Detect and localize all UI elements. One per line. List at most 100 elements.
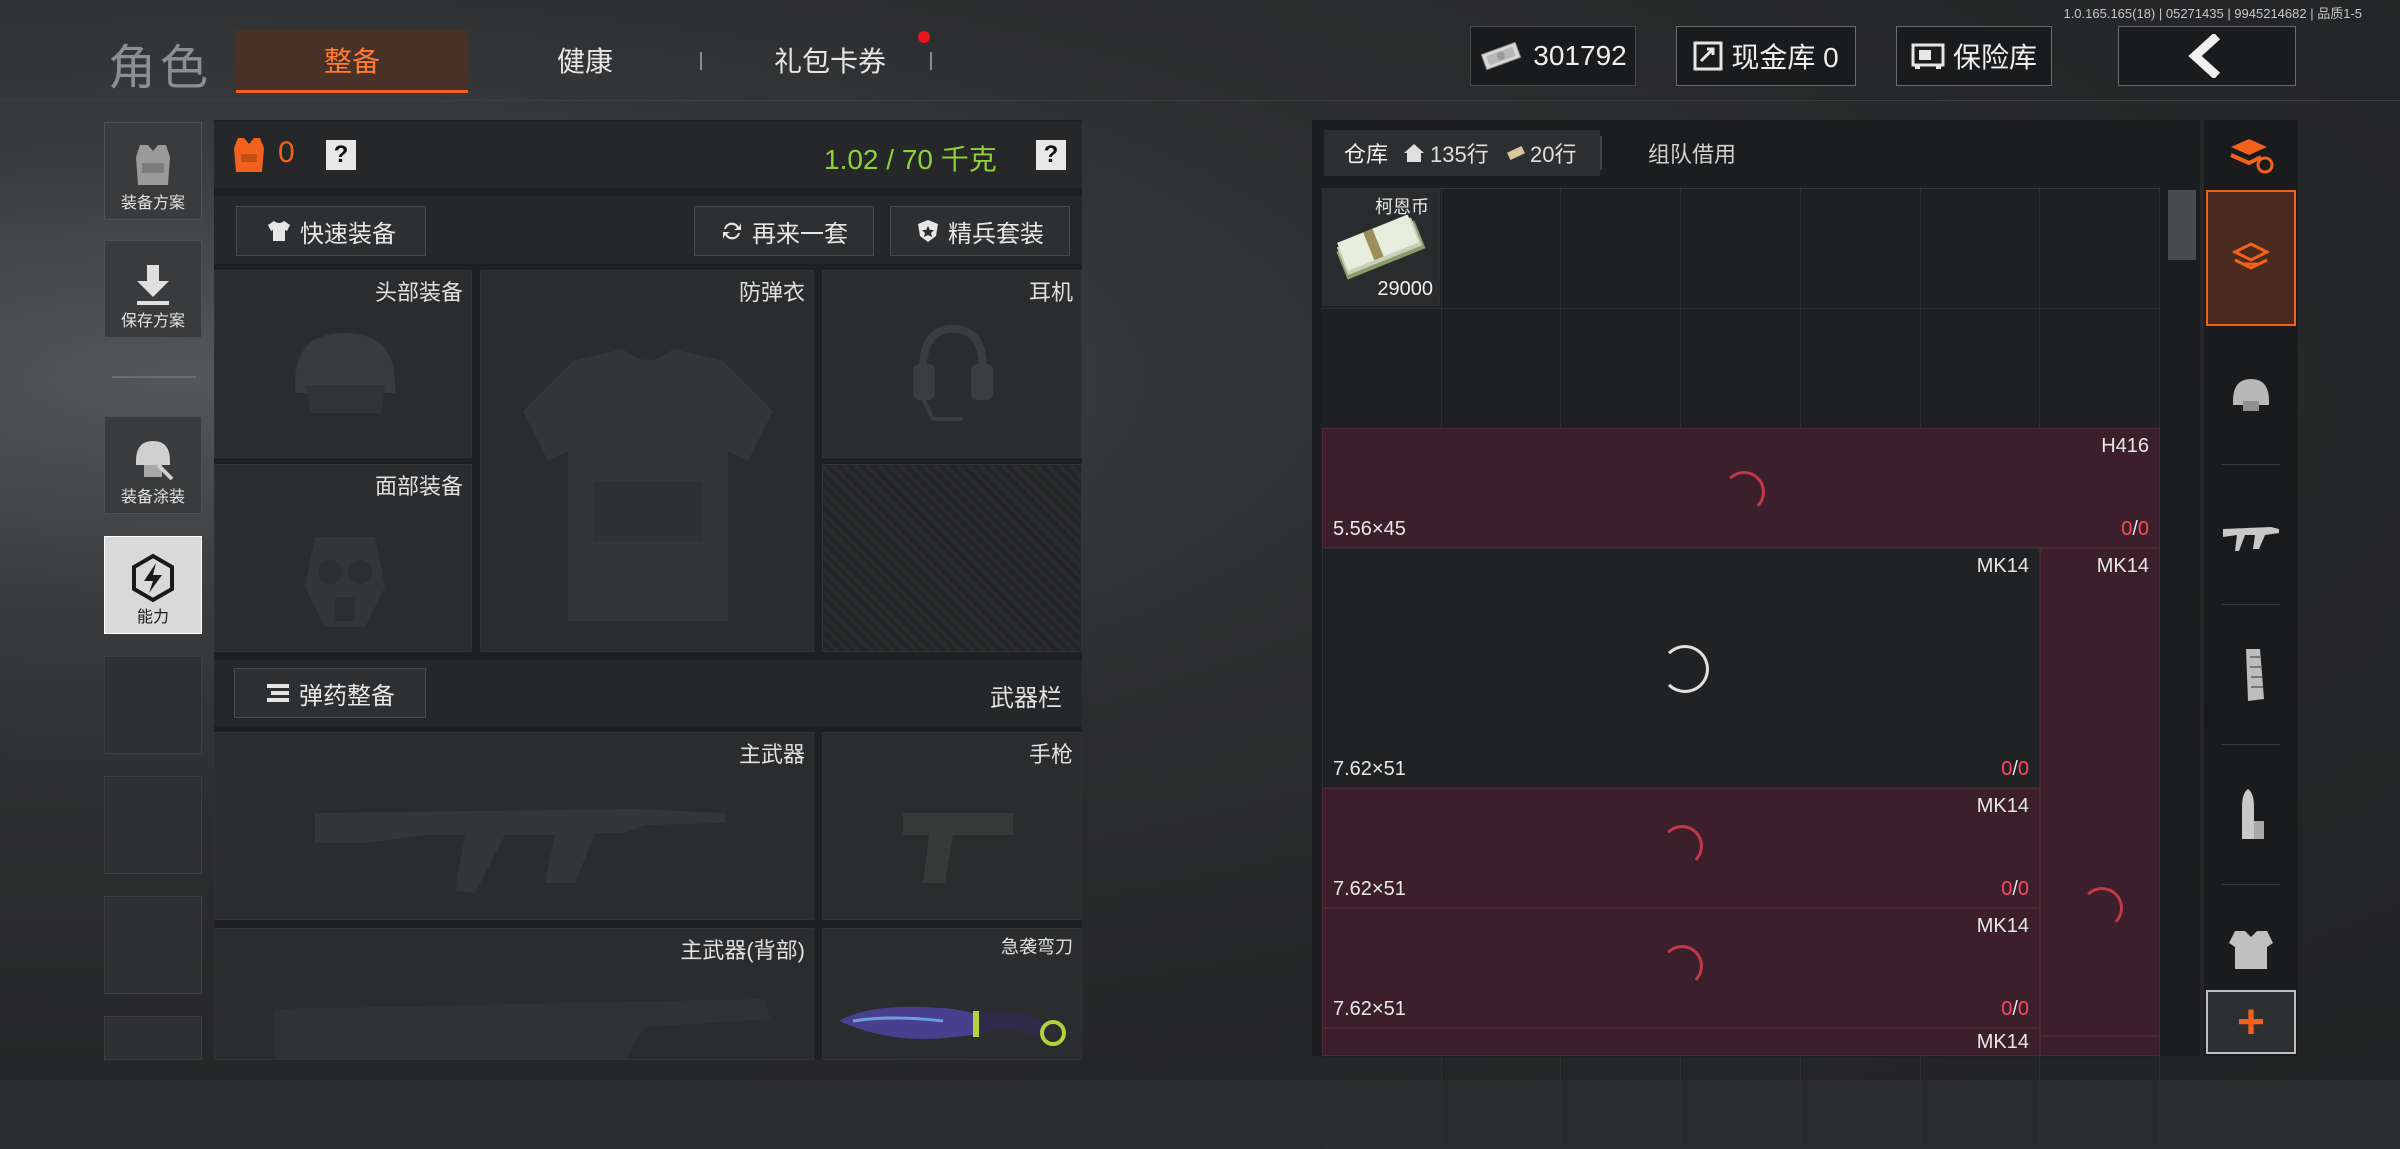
tab-equip[interactable]: 整备: [236, 30, 468, 93]
back-button[interactable]: [2118, 26, 2296, 86]
slot-label: 手枪: [1028, 742, 1073, 767]
tab-gift-coupons[interactable]: 礼包卡券: [740, 30, 920, 90]
weight-help-button[interactable]: ?: [1036, 140, 1066, 170]
ammo-type: 7.62×51: [1333, 998, 1406, 1020]
grid-cell: [1441, 189, 1562, 309]
empty-slot: [104, 776, 202, 874]
sort-button[interactable]: [2204, 122, 2298, 188]
shirt-icon: [268, 221, 290, 241]
save-plan-button[interactable]: 保存方案: [104, 240, 202, 338]
cash-vault-button[interactable]: 现金库 0: [1676, 26, 1856, 86]
item-name: MK14: [1976, 915, 2029, 937]
slot-label: 主武器(背部): [680, 938, 805, 963]
category-all[interactable]: [2206, 190, 2296, 326]
quick-equip-label: 快速装备: [300, 220, 396, 248]
warehouse-item-weapon[interactable]: MK14 7.62×51 0/0: [1322, 788, 2040, 908]
tab-health[interactable]: 健康: [520, 30, 650, 90]
ammo-count: 0/0: [2001, 878, 2029, 900]
rail-divider: [2222, 604, 2280, 605]
team-borrow-tab[interactable]: 组队借用: [1648, 130, 1736, 176]
help-button[interactable]: ?: [326, 140, 356, 170]
face-gear-slot[interactable]: 面部装备: [214, 464, 472, 652]
loading-spinner: [1723, 471, 1765, 513]
grid-cell: [1681, 309, 1801, 429]
warehouse-item-weapon[interactable]: [2040, 1036, 2160, 1056]
scrollbar-track[interactable]: [2166, 188, 2198, 1056]
cash-rows: 20行: [1530, 142, 1577, 167]
empty-slot: [104, 1016, 202, 1060]
loading-spinner: [2081, 887, 2123, 929]
sort-refresh-icon: [2230, 139, 2274, 174]
equipment-skin-button[interactable]: 装备涂装: [104, 416, 202, 514]
storage-tab-label: 仓库: [1344, 142, 1389, 167]
grid-cell: [1920, 189, 2041, 309]
ammo-count: 0/0: [2001, 998, 2029, 1020]
tab-separator: [700, 52, 702, 70]
item-name: MK14: [1976, 795, 2029, 817]
warehouse-item-weapon[interactable]: MK14 7.62×51 0/0: [1322, 548, 2040, 788]
again-set-button[interactable]: 再来一套: [694, 206, 874, 256]
rail-divider: [2222, 744, 2280, 745]
grid-cell: [1681, 189, 1801, 309]
pistol-slot[interactable]: 手枪: [822, 732, 1082, 920]
grid-cell: [1322, 309, 1442, 429]
notification-dot: [918, 31, 930, 43]
equipment-plan-button[interactable]: 装备方案: [104, 122, 202, 220]
warehouse-item-weapon[interactable]: MK14: [2040, 548, 2160, 1036]
rifle-icon: [2223, 527, 2279, 551]
slot-label: 耳机: [1028, 280, 1073, 305]
refresh-icon: [723, 222, 741, 240]
all-items-icon: [2231, 242, 2271, 270]
item-name: MK14: [2096, 555, 2149, 577]
primary-back-slot[interactable]: 主武器(背部): [214, 928, 814, 1060]
category-helmet[interactable]: [2204, 326, 2298, 464]
home-icon: [1404, 144, 1424, 162]
add-button[interactable]: +: [2206, 990, 2296, 1054]
elite-set-button[interactable]: 精兵套装: [890, 206, 1070, 256]
grid-cell: [1441, 309, 1562, 429]
melee-slot[interactable]: 急袭弯刀: [822, 928, 1082, 1060]
ammo-type: 5.56×45: [1333, 518, 1406, 540]
slot-label: 面部装备: [374, 474, 463, 499]
ammo-icon: [2242, 789, 2264, 839]
empty-slot: [104, 656, 202, 754]
warehouse-item-weapon[interactable]: H416 5.56×45 0/0: [1322, 428, 2160, 548]
ammo-list-icon: [267, 684, 289, 702]
category-ammo[interactable]: [2204, 746, 2298, 884]
again-set-label: 再来一套: [752, 220, 848, 248]
tab-divider: [1600, 136, 1602, 170]
locked-slot: [822, 464, 1082, 652]
armor-count: 0: [278, 136, 295, 169]
item-name: MK14: [1976, 555, 2029, 577]
download-icon: [137, 265, 169, 305]
quick-equip-button[interactable]: 快速装备: [236, 206, 426, 256]
body-armor-slot[interactable]: 防弹衣: [480, 270, 814, 652]
safe-label: 保险库: [1952, 42, 2037, 73]
headset-slot[interactable]: 耳机: [822, 270, 1082, 458]
page-title: 角色: [108, 42, 213, 95]
body-armor-icon: [523, 349, 773, 621]
weight-display: 1.02 / 70 千克: [824, 144, 997, 175]
sidebar-divider: [112, 376, 196, 378]
head-gear-slot[interactable]: 头部装备: [214, 270, 472, 458]
warehouse-item-coin[interactable]: 柯恩币 29000: [1322, 188, 1440, 306]
slot-label: 急袭弯刀: [1001, 937, 1073, 957]
elite-set-label: 精兵套装: [948, 220, 1044, 248]
warehouse-item-weapon[interactable]: MK14 7.62×51 0/0: [1322, 908, 2040, 1028]
ammo-prep-label: 弹药整备: [299, 682, 395, 710]
grid-cell: [1561, 189, 1682, 309]
scrollbar-thumb[interactable]: [2168, 190, 2196, 260]
safe-button[interactable]: 保险库: [1896, 26, 2052, 86]
slot-label: 主武器: [738, 742, 805, 767]
item-name: MK14: [1976, 1031, 2029, 1053]
ammo-prep-button[interactable]: 弹药整备: [234, 668, 426, 718]
money-display: 301792: [1470, 26, 1636, 86]
ability-button[interactable]: 能力: [104, 536, 202, 634]
rifle-icon: [315, 809, 725, 893]
category-rifle[interactable]: [2204, 466, 2298, 604]
primary-weapon-slot[interactable]: 主武器: [214, 732, 814, 920]
warehouse-item-weapon[interactable]: MK14: [1322, 1028, 2040, 1056]
grid-cell: [1800, 189, 1921, 309]
cash-vault-label: 现金库 0: [1731, 42, 1839, 73]
category-magazine[interactable]: [2204, 606, 2298, 744]
